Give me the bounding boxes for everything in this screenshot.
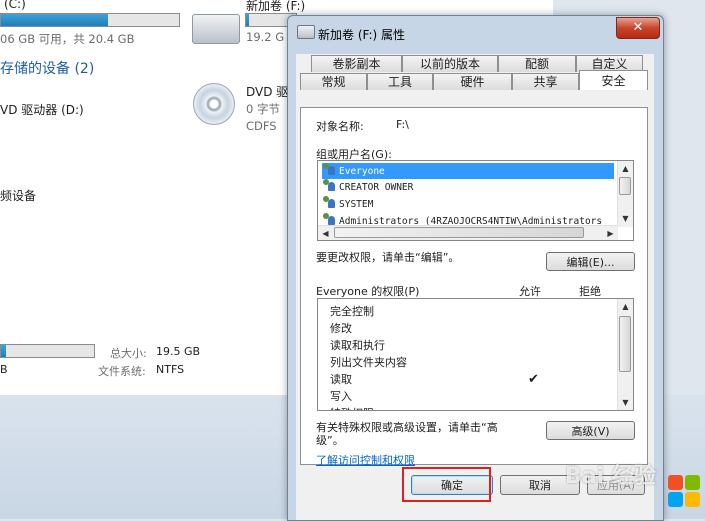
- users-listbox[interactable]: Everyone CREATOR OWNER SYSTEM Administra…: [317, 160, 634, 241]
- permissions-vscrollbar[interactable]: ▲ ▼: [617, 299, 633, 410]
- dvd2-line1: 0 字节: [246, 102, 280, 116]
- total-size-value: 19.5 GB: [156, 345, 201, 358]
- permission-allow-check: ✔: [528, 372, 539, 387]
- hdd-icon: [192, 14, 240, 44]
- close-icon: ✕: [632, 20, 644, 35]
- permission-row: 写入: [330, 390, 352, 403]
- list-item[interactable]: SYSTEM: [322, 196, 373, 212]
- total-size-label: 总大小:: [110, 347, 147, 360]
- tab-quota[interactable]: 配额: [498, 55, 576, 72]
- access-control-help-link[interactable]: 了解访问控制和权限: [316, 452, 415, 468]
- scroll-down-icon[interactable]: ▼: [618, 395, 633, 410]
- watermark: Bai 经验: [565, 464, 656, 489]
- scroll-thumb[interactable]: [619, 316, 631, 372]
- allow-header: 允许: [519, 285, 541, 298]
- dialog-titlebar[interactable]: 新加卷 (F:) 属性 ✕: [288, 16, 663, 48]
- drive-f-usage-fill: [246, 14, 249, 26]
- details-left-text: B: [0, 363, 8, 376]
- user-group-icon: [322, 196, 336, 209]
- scroll-down-icon[interactable]: ▼: [618, 211, 633, 226]
- scroll-right-icon[interactable]: ▶: [603, 226, 618, 241]
- drive-c-usage-bar: [0, 13, 180, 27]
- tab-general[interactable]: 常规: [300, 73, 367, 90]
- ok-button-highlight: [402, 467, 491, 502]
- scroll-thumb[interactable]: [334, 227, 584, 238]
- drive-c-usage-fill: [1, 14, 108, 26]
- user-group-icon: [322, 179, 336, 192]
- drive-f-title[interactable]: 新加卷 (F:): [246, 0, 305, 14]
- permission-row: 完全控制: [330, 305, 374, 318]
- drive-icon: [297, 25, 315, 39]
- tab-hardware[interactable]: 硬件: [433, 73, 512, 90]
- tab-shadow-copies[interactable]: 卷影副本: [311, 55, 402, 72]
- deny-header: 拒绝: [579, 285, 601, 298]
- removable-devices-heading: 存储的设备 (2): [0, 61, 95, 77]
- dvd-drive-d-label[interactable]: VD 驱动器 (D:): [0, 101, 84, 118]
- permission-row: 列出文件夹内容: [330, 356, 407, 369]
- permissions-listbox[interactable]: 完全控制修改读取和执行列出文件夹内容读取 ✔ 写入特殊权限 ▲ ▼: [317, 298, 634, 411]
- windows-logo-icon: [668, 475, 702, 509]
- change-permissions-text: 要更改权限，请单击“编辑”。: [316, 251, 460, 264]
- dvd2-title[interactable]: DVD 驱: [246, 83, 288, 100]
- permissions-header: Everyone 的权限(P): [316, 285, 420, 298]
- tab-previous-versions[interactable]: 以前的版本: [402, 55, 498, 72]
- list-item[interactable]: CREATOR OWNER: [322, 179, 413, 195]
- edit-button[interactable]: 编辑(E)...: [546, 252, 635, 271]
- list-item[interactable]: Everyone: [322, 163, 614, 179]
- dvd-disc-icon: [193, 83, 235, 125]
- scroll-left-icon[interactable]: ◀: [318, 226, 333, 241]
- close-button[interactable]: ✕: [616, 17, 660, 39]
- details-usage-bar: [0, 344, 95, 358]
- scroll-thumb[interactable]: [619, 177, 631, 195]
- tab-sharing[interactable]: 共享: [512, 73, 579, 90]
- dialog-client: 卷影副本 以前的版本 配额 自定义 常规 工具 硬件 共享 安全 对象名称: F…: [296, 54, 654, 520]
- scroll-up-icon[interactable]: ▲: [618, 161, 633, 176]
- dvd2-line2: CDFS: [246, 119, 277, 133]
- tab-tools[interactable]: 工具: [367, 73, 433, 90]
- permission-row: 读取: [330, 373, 352, 386]
- drive-c-title: (C:): [4, 0, 26, 11]
- filesystem-value: NTFS: [156, 363, 185, 376]
- special-permissions-text-2: 级”。: [316, 434, 344, 447]
- user-group-icon: [322, 163, 336, 176]
- drive-f-size-text: 19.2 G: [246, 30, 285, 44]
- permission-row: 修改: [330, 322, 352, 335]
- dialog-title: 新加卷 (F:) 属性: [318, 28, 406, 42]
- security-tab-panel: 对象名称: F:\ 组或用户名(G): Everyone CREATOR OWN…: [300, 107, 648, 468]
- properties-dialog: 新加卷 (F:) 属性 ✕ 卷影副本 以前的版本 配额 自定义 常规 工具 硬件…: [287, 15, 664, 521]
- other-device-label[interactable]: 频设备: [0, 187, 36, 204]
- permission-row: 特殊权限: [330, 406, 374, 410]
- filesystem-label: 文件系统:: [98, 365, 146, 378]
- users-hscrollbar[interactable]: ◀ ▶: [318, 225, 618, 240]
- scroll-up-icon[interactable]: ▲: [618, 299, 633, 314]
- details-usage-fill: [1, 345, 6, 357]
- users-vscrollbar[interactable]: ▲ ▼: [617, 161, 633, 227]
- permission-row: 读取和执行: [330, 339, 385, 352]
- drive-c-size-text: 06 GB 可用，共 20.4 GB: [0, 32, 135, 46]
- tab-security[interactable]: 安全: [579, 70, 648, 90]
- object-name-label: 对象名称:: [316, 120, 364, 133]
- advanced-button[interactable]: 高级(V): [546, 421, 635, 440]
- object-name-value: F:\: [396, 118, 409, 131]
